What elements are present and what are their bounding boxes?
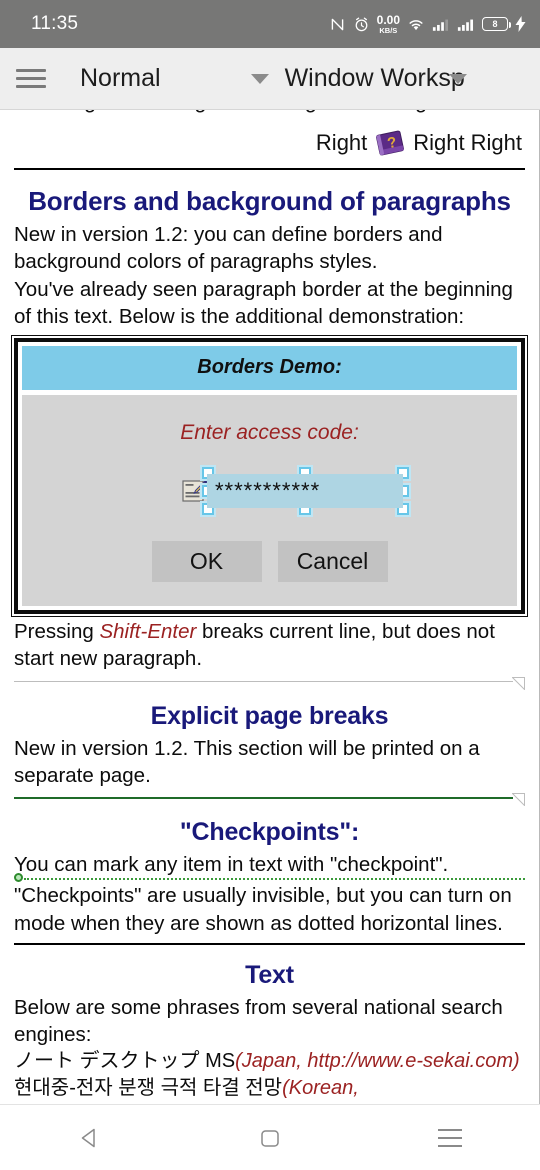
text-section-divider: [14, 942, 525, 945]
access-code-field-row: ***********: [22, 461, 517, 523]
section-divider: [14, 168, 525, 170]
home-icon: [261, 1129, 279, 1147]
network-speed-unit: KB/S: [379, 25, 398, 35]
network-speed-value: 0.00: [376, 12, 400, 27]
access-code-input[interactable]: ***********: [207, 474, 403, 508]
shift-enter-emphasis: Shift-Enter: [99, 620, 197, 643]
paragraph-search-engines-intro: Below are some phrases from several nati…: [14, 995, 503, 1046]
nfc-icon: [329, 16, 346, 33]
right-label-1: Right: [315, 130, 368, 155]
app-toolbar: Normal Window Worksp: [0, 48, 540, 110]
explicit-page-break-marker: [14, 793, 525, 806]
workspace-label: Window Worksp: [284, 64, 465, 92]
android-nav-bar: [0, 1104, 540, 1170]
paragraph-checkpoints-2: "Checkpoints" are usually invisible, but…: [14, 884, 512, 935]
page-break-marker: [14, 676, 525, 690]
heading-explicit-page-breaks: Explicit page breaks: [150, 701, 389, 730]
access-code-prompt: Enter access code:: [180, 421, 359, 444]
battery-icon: 8: [482, 17, 511, 31]
search-engine-phrase-japanese: ノート デスクトップ MS(Japan, http://www.e-sekai.…: [14, 1048, 525, 1075]
purple-book-question-icon: ?: [376, 130, 405, 156]
phrase-japanese: ノート デスクトップ MS: [14, 1050, 236, 1073]
paragraph-style-label: Normal: [80, 64, 161, 92]
page-break-line: [14, 680, 513, 682]
borders-demo-body: Enter access code: *********** OK Cancel: [22, 395, 517, 606]
heading-text: Text: [245, 960, 294, 989]
document-page: g g g g g g g Right ? Right Right: [0, 110, 539, 1104]
nav-home-button[interactable]: [230, 1113, 310, 1163]
signal-2-icon: [457, 17, 475, 32]
workspace-dropdown[interactable]: Window Worksp: [285, 48, 467, 109]
paragraph-borders-demo-intro: You've already seen paragraph border at …: [14, 277, 513, 328]
menu-icon[interactable]: [0, 69, 62, 88]
clipped-descenders: g g g g g g g: [14, 110, 525, 114]
nav-back-button[interactable]: [50, 1113, 130, 1163]
page-break-corner-icon: [512, 676, 525, 690]
alarm-icon: [353, 16, 370, 33]
dialog-button-row: OK Cancel: [22, 541, 517, 582]
explicit-page-break-line: [14, 797, 513, 799]
status-bar: 11:35 0.00 KB/S 8: [0, 0, 540, 48]
status-icon-group: 0.00 KB/S 8: [329, 14, 526, 35]
chevron-down-icon: [250, 73, 269, 84]
checkpoint-dotted-line: [24, 878, 525, 881]
ok-button[interactable]: OK: [151, 541, 262, 582]
signal-1-icon: [432, 17, 450, 32]
right-alignment-demo-row: Right ? Right Right: [316, 128, 522, 158]
phone-screen: 11:35 0.00 KB/S 8 Normal Window Worksp R…: [0, 0, 540, 1170]
paragraph-checkpoints-1: You can mark any item in text with "chec…: [14, 853, 449, 876]
phrase-korean: 현대중-전자 분쟁 극적 타결 전망: [14, 1077, 283, 1100]
battery-level: 8: [492, 18, 498, 29]
document-viewport[interactable]: g g g g g g g Right ? Right Right: [0, 110, 540, 1104]
wifi-icon: [407, 17, 425, 32]
chevron-down-icon: [448, 73, 467, 84]
nav-recents-button[interactable]: [410, 1113, 490, 1163]
borders-demo-title: Borders Demo:: [22, 346, 517, 390]
cancel-button[interactable]: Cancel: [277, 541, 388, 582]
heading-checkpoints: "Checkpoints":: [179, 818, 360, 846]
note-japanese: (Japan, http://www.e-sekai.com): [235, 1050, 520, 1073]
network-speed-indicator: 0.00 KB/S: [377, 14, 400, 35]
paragraph-page-breaks: New in version 1.2. This section will be…: [14, 736, 480, 787]
clipped-text-row: g g g g g g g Right ? Right Right: [14, 110, 525, 162]
paragraph-shift-enter: Pressing Shift-Enter breaks current line…: [14, 618, 525, 673]
shift-enter-prefix: Pressing: [14, 620, 100, 643]
recents-icon: [438, 1128, 462, 1147]
back-icon: [81, 1128, 95, 1147]
status-clock: 11:35: [31, 13, 79, 34]
charging-bolt-icon: [515, 16, 526, 32]
page-break-corner-icon: [512, 793, 525, 806]
paragraph-borders-intro: New in version 1.2: you can define borde…: [14, 223, 443, 274]
right-label-2: Right: [413, 130, 465, 155]
checkpoint-dot-icon: [14, 873, 23, 883]
paragraph-style-dropdown[interactable]: Normal: [80, 48, 269, 109]
checkpoint-marker[interactable]: [14, 873, 525, 883]
right-label-3: Right: [470, 130, 522, 155]
borders-demo-box: Borders Demo: Enter access code: *******…: [11, 335, 528, 617]
heading-borders-background: Borders and background of paragraphs: [28, 186, 511, 216]
access-code-value: ***********: [215, 478, 321, 503]
search-engine-phrase-korean: 현대중-전자 분쟁 극적 타결 전망(Korean, http://altavi…: [14, 1075, 525, 1104]
